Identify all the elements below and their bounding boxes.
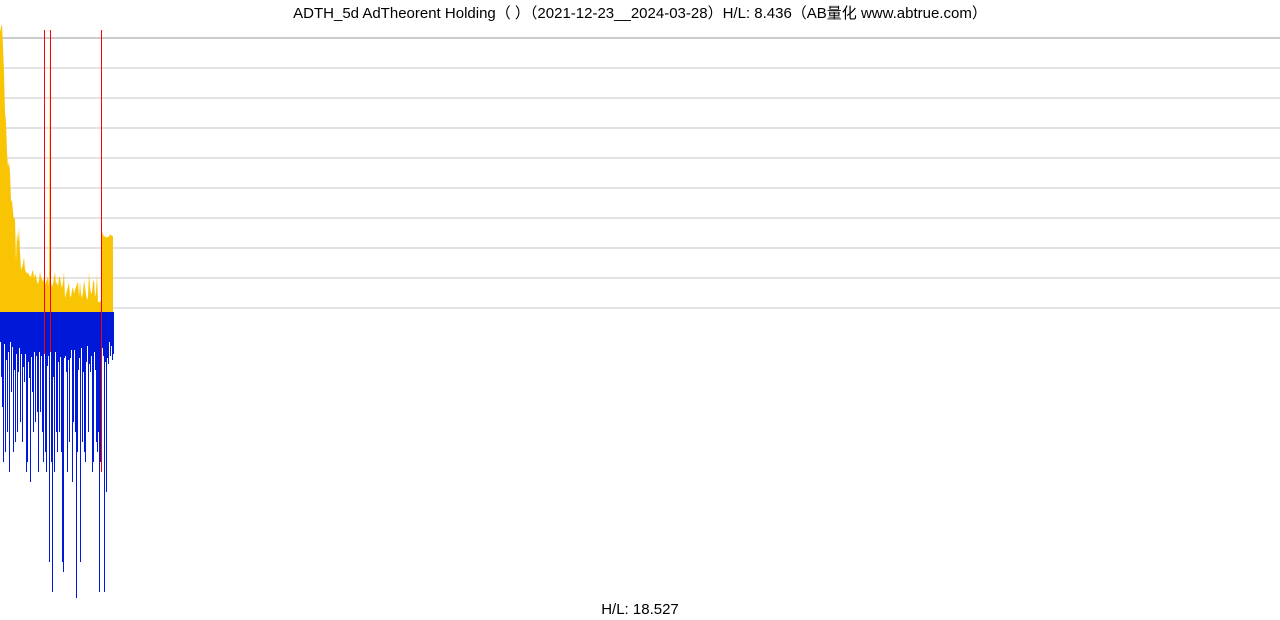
chart-canvas	[0, 22, 1280, 598]
chart-footer: H/L: 18.527	[0, 601, 1280, 618]
chart-title: ADTH_5d AdTheorent Holding（ ）（2021-12-23…	[0, 2, 1280, 23]
